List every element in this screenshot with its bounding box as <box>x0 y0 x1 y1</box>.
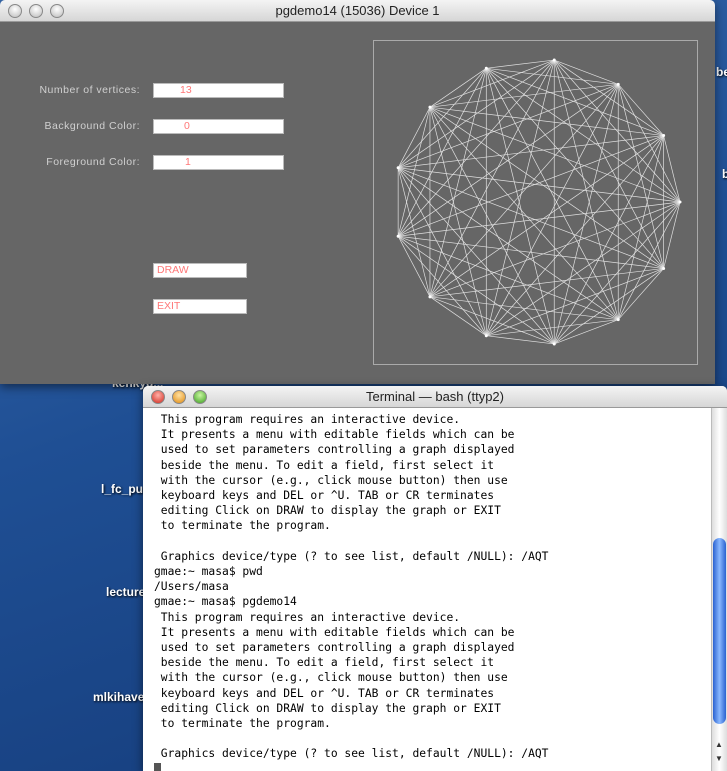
graph-vertex <box>428 105 432 109</box>
graph-edge <box>486 268 664 337</box>
graph-vertex <box>678 200 682 204</box>
graph-edge <box>553 201 681 345</box>
graph-edge <box>553 59 664 269</box>
graph-edge <box>397 167 555 345</box>
desktop-icon-label[interactable]: be <box>716 65 727 79</box>
graph-edge <box>429 59 555 108</box>
graph-edge <box>429 106 681 203</box>
graph-edge <box>429 59 555 297</box>
graph-vertex <box>552 342 556 346</box>
graph-edge <box>397 68 487 237</box>
terminal-window: Terminal — bash (ttyp2) This program req… <box>143 386 727 771</box>
zoom-button[interactable] <box>193 390 207 404</box>
minimize-button[interactable] <box>172 390 186 404</box>
graph-plot-area <box>373 40 698 365</box>
graph-vertex <box>662 266 666 270</box>
desktop-icon-label[interactable]: l_fc_pu <box>101 482 143 496</box>
graph-vertex <box>616 318 620 322</box>
desktop-icon-label[interactable]: mlkihave <box>93 690 144 704</box>
graph-edge <box>485 68 555 345</box>
complete-graph <box>396 58 682 346</box>
close-button[interactable] <box>8 4 22 18</box>
desktop-icon-label[interactable]: lecture <box>106 585 145 599</box>
graph-edge <box>617 135 664 320</box>
vertices-label: Number of vertices: <box>39 84 140 96</box>
graph-edge <box>486 135 664 336</box>
background-color-field[interactable]: 0 <box>153 119 284 134</box>
vertices-field[interactable]: 13 <box>153 83 284 98</box>
text-cursor <box>154 763 161 771</box>
graph-vertex <box>396 234 400 238</box>
exit-button[interactable]: EXIT <box>153 299 247 314</box>
graph-edge <box>429 107 487 336</box>
scrollbar[interactable]: ▲ ▼ <box>711 408 727 771</box>
graph-edge <box>553 135 664 345</box>
graph-edge <box>397 167 431 297</box>
graph-edge <box>429 201 681 298</box>
title-bar[interactable]: Terminal — bash (ttyp2) <box>143 386 727 408</box>
scroll-down-arrow-icon[interactable]: ▼ <box>715 754 723 763</box>
graph-edge <box>553 59 681 203</box>
graph-edge <box>486 68 664 269</box>
draw-button[interactable]: DRAW <box>153 263 247 278</box>
graph-vertex <box>396 166 400 170</box>
scroll-up-arrow-icon[interactable]: ▲ <box>715 740 723 749</box>
window-title: pgdemo14 (15036) Device 1 <box>275 3 440 18</box>
graph-vertex <box>552 58 556 62</box>
foreground-color-field[interactable]: 1 <box>153 155 284 170</box>
background-color-label: Background Color: <box>44 120 140 132</box>
graph-edge <box>486 67 664 136</box>
title-bar[interactable]: pgdemo14 (15036) Device 1 <box>0 0 715 22</box>
terminal-output[interactable]: This program requires an interactive dev… <box>154 412 548 771</box>
graph-vertex <box>662 134 666 138</box>
window-title: Terminal — bash (ttyp2) <box>366 389 504 404</box>
pgplot-window: pgdemo14 (15036) Device 1 Number of vert… <box>0 0 715 384</box>
graph-edge <box>429 296 555 345</box>
graph-edge <box>429 68 487 297</box>
graph-vertex <box>616 82 620 86</box>
desktop-icon-label[interactable]: b <box>722 167 727 181</box>
terminal-text: This program requires an interactive dev… <box>154 413 549 761</box>
minimize-button[interactable] <box>29 4 43 18</box>
graph-vertex <box>484 66 488 70</box>
scrollbar-thumb[interactable] <box>713 538 726 724</box>
close-button[interactable] <box>151 390 165 404</box>
foreground-color-label: Foreground Color: <box>46 156 140 168</box>
graph-edge <box>397 59 555 237</box>
zoom-button[interactable] <box>50 4 64 18</box>
graph-edge <box>397 107 431 237</box>
graph-vertex <box>428 295 432 299</box>
graph-edge <box>397 167 487 336</box>
graph-vertex <box>484 334 488 338</box>
graph-edge <box>485 59 555 336</box>
graph-edge <box>617 84 664 269</box>
graph-edge <box>429 107 555 345</box>
